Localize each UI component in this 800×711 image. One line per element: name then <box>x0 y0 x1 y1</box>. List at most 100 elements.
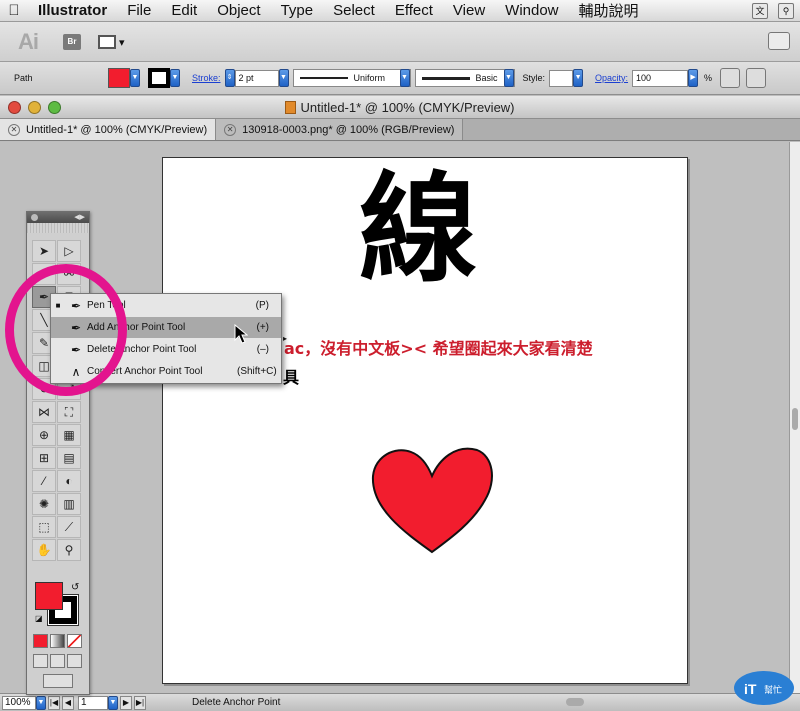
collapse-icon[interactable]: ◀▶ <box>74 213 85 221</box>
spotlight-icon[interactable]: ⚲ <box>778 3 794 19</box>
gradient-mode-button[interactable] <box>50 634 65 648</box>
artboard-tool[interactable]: ⬚ <box>32 516 56 538</box>
tab-label: Untitled-1* @ 100% (CMYK/Preview) <box>26 123 208 136</box>
menu-type[interactable]: Type <box>271 2 324 19</box>
percent-label: % <box>704 73 713 83</box>
free-transform-tool[interactable]: ⛶ <box>57 401 81 423</box>
style-swatch[interactable] <box>549 69 574 87</box>
tab-label: 130918-0003.png* @ 100% (RGB/Preview) <box>242 123 455 136</box>
status-bar: 100% ▼ |◀ ◀ 1 ▼ ▶ ▶| Delete Anchor Point… <box>0 671 800 711</box>
mesh-tool[interactable]: ⊞ <box>32 447 56 469</box>
menu-bar:  Illustrator File Edit Object Type Sele… <box>0 0 800 22</box>
apple-icon[interactable]:  <box>0 2 28 19</box>
tearoff-icon[interactable]: ▸ <box>283 334 287 343</box>
slice-tool[interactable]: ⟋ <box>57 516 81 538</box>
color-mode-row <box>33 634 82 648</box>
menu-select[interactable]: Select <box>323 2 385 19</box>
menu-edit[interactable]: Edit <box>161 2 207 19</box>
chevron-down-icon[interactable]: ▼ <box>278 69 289 87</box>
draw-inside-button[interactable] <box>67 654 82 668</box>
chevron-down-icon[interactable]: ▼ <box>36 695 46 710</box>
chevron-down-icon: ▾ <box>119 36 125 49</box>
chevron-down-icon: ▼ <box>503 69 514 87</box>
next-artboard-button[interactable]: ▶ <box>120 695 132 710</box>
hand-tool[interactable]: ✋ <box>32 539 56 561</box>
menu-window[interactable]: Window <box>495 2 568 19</box>
stroke-link[interactable]: Stroke: <box>192 73 221 83</box>
symbol-sprayer-tool[interactable]: ✺ <box>32 493 56 515</box>
align-options-icon[interactable] <box>746 68 767 88</box>
direct-selection-tool[interactable]: ▷ <box>57 240 81 262</box>
blend-tool[interactable]: ◐ <box>57 470 81 492</box>
stroke-color-dropdown[interactable]: ▼ <box>148 68 180 88</box>
draw-behind-button[interactable] <box>50 654 65 668</box>
chevron-down-icon: ▼ <box>399 69 410 87</box>
zoom-field[interactable]: 100% <box>2 695 36 710</box>
eyedropper-tool[interactable]: ⁄ <box>32 470 56 492</box>
width-tool[interactable]: ⋈ <box>32 401 56 423</box>
stroke-weight-stepper[interactable]: ⇕ <box>224 69 235 87</box>
heart-shape[interactable] <box>369 446 495 554</box>
shape-builder-tool[interactable]: ⊕ <box>32 424 56 446</box>
vertical-scrollbar[interactable] <box>789 142 800 693</box>
document-icon <box>285 101 297 114</box>
arrange-documents-button[interactable]: ▾ <box>98 33 134 51</box>
chevron-down-icon[interactable]: ▼ <box>108 695 118 710</box>
opacity-link[interactable]: Opacity: <box>595 73 628 83</box>
swap-icon[interactable]: ↺ <box>71 582 79 593</box>
artwork-big-character[interactable]: 線 <box>359 170 477 288</box>
window-toggle-button[interactable] <box>768 32 790 50</box>
menu-file[interactable]: File <box>117 2 161 19</box>
fill-color-box[interactable] <box>35 582 63 610</box>
tab-untitled[interactable]: ✕ Untitled-1* @ 100% (CMYK/Preview) <box>0 119 217 140</box>
column-graph-tool[interactable]: ▥ <box>57 493 81 515</box>
menu-object[interactable]: Object <box>207 2 270 19</box>
input-method-icon[interactable]: 文 <box>752 3 768 19</box>
artwork-red-text[interactable]: ac，沒有中文板>< 希望圈起來大家看清楚 <box>284 335 593 359</box>
default-colors-icon[interactable]: ◪ <box>35 614 43 623</box>
menu-view[interactable]: View <box>443 2 495 19</box>
window-title: Untitled-1* @ 100% (CMYK/Preview) <box>0 100 800 115</box>
scroll-thumb[interactable] <box>792 408 798 430</box>
flyout-item-shortcut: (P) <box>255 300 269 311</box>
recolor-artwork-icon[interactable] <box>720 68 741 88</box>
prev-artboard-button[interactable]: ◀ <box>62 695 74 710</box>
stroke-swatch <box>148 68 170 88</box>
artwork-small-character[interactable]: 具 <box>283 364 299 388</box>
chevron-down-icon: ▼ <box>170 69 180 87</box>
tab-png[interactable]: ✕ 130918-0003.png* @ 100% (RGB/Preview) <box>216 119 464 140</box>
artboard[interactable]: 線 ac，沒有中文板>< 希望圈起來大家看清楚 具 <box>162 157 688 684</box>
menu-effect[interactable]: Effect <box>385 2 443 19</box>
zoom-tool[interactable]: ⚲ <box>57 539 81 561</box>
menu-app[interactable]: Illustrator <box>28 2 117 19</box>
brush-definition-dropdown[interactable]: Basic ▼ <box>414 69 515 87</box>
svg-text:幫忙: 幫忙 <box>764 684 782 696</box>
stroke-weight-field[interactable]: 2 pt <box>234 69 279 87</box>
brush-label: Basic <box>475 73 498 83</box>
panel-gripper[interactable] <box>27 223 89 233</box>
variable-width-profile-dropdown[interactable]: Uniform ▼ <box>292 69 411 87</box>
screen-mode-button[interactable] <box>43 674 73 688</box>
color-mode-button[interactable] <box>33 634 48 648</box>
close-icon[interactable]: ✕ <box>8 123 20 136</box>
selection-tool[interactable]: ➤ <box>32 240 56 262</box>
perspective-grid-tool[interactable]: ▦ <box>57 424 81 446</box>
first-artboard-button[interactable]: |◀ <box>48 695 60 710</box>
close-icon[interactable]: ✕ <box>224 123 237 136</box>
opacity-field[interactable]: 100 <box>632 69 689 87</box>
tools-panel-header[interactable]: ◀▶ <box>27 212 89 223</box>
close-icon[interactable] <box>31 214 38 221</box>
draw-normal-button[interactable] <box>33 654 48 668</box>
none-mode-button[interactable] <box>67 634 82 648</box>
chevron-right-icon[interactable]: ▶ <box>688 69 699 87</box>
chevron-down-icon[interactable]: ▼ <box>573 69 584 87</box>
gradient-tool[interactable]: ▤ <box>57 447 81 469</box>
menu-help[interactable]: 輔助說明 <box>569 0 649 21</box>
profile-line-preview <box>299 77 348 79</box>
artboard-number-field[interactable]: 1 <box>78 695 108 710</box>
flyout-item-shortcut: (–) <box>256 344 269 355</box>
last-artboard-button[interactable]: ▶| <box>134 695 146 710</box>
fill-color-dropdown[interactable]: ▼ <box>108 68 140 88</box>
horizontal-scroll-thumb[interactable] <box>566 698 584 706</box>
bridge-button[interactable]: Br <box>63 34 81 50</box>
